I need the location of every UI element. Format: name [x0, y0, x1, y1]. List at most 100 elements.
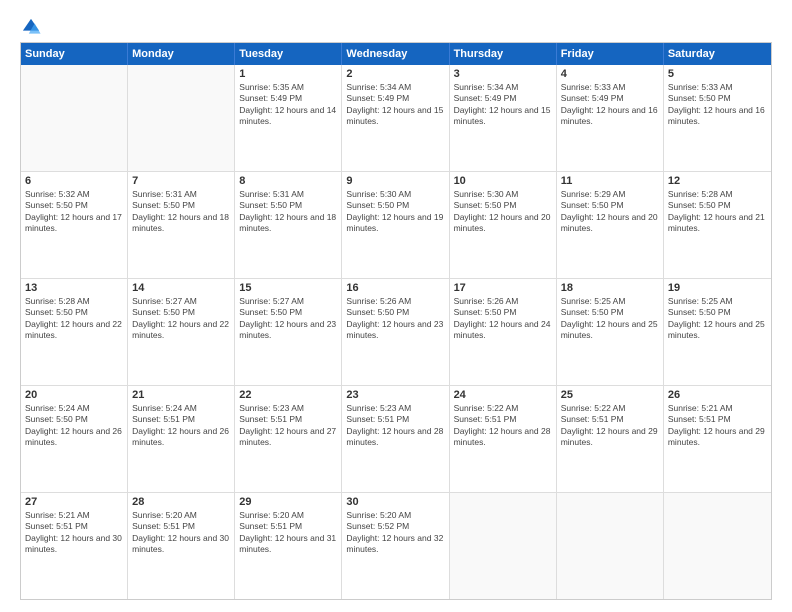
day-info: Sunrise: 5:27 AMSunset: 5:50 PMDaylight:…: [239, 296, 337, 342]
day-info: Sunrise: 5:25 AMSunset: 5:50 PMDaylight:…: [561, 296, 659, 342]
calendar-cell: 28 Sunrise: 5:20 AMSunset: 5:51 PMDayligh…: [128, 493, 235, 599]
day-info: Sunrise: 5:24 AMSunset: 5:50 PMDaylight:…: [25, 403, 123, 449]
calendar-cell: 30 Sunrise: 5:20 AMSunset: 5:52 PMDayligh…: [342, 493, 449, 599]
calendar-cell: 22 Sunrise: 5:23 AMSunset: 5:51 PMDayligh…: [235, 386, 342, 492]
calendar-cell: 27 Sunrise: 5:21 AMSunset: 5:51 PMDayligh…: [21, 493, 128, 599]
day-number: 19: [668, 282, 767, 294]
day-number: 30: [346, 496, 444, 508]
calendar-cell: 3 Sunrise: 5:34 AMSunset: 5:49 PMDaylight…: [450, 65, 557, 171]
calendar-cell: [664, 493, 771, 599]
day-number: 17: [454, 282, 552, 294]
day-number: 2: [346, 68, 444, 80]
day-number: 27: [25, 496, 123, 508]
page: SundayMondayTuesdayWednesdayThursdayFrid…: [0, 0, 792, 612]
day-number: 10: [454, 175, 552, 187]
day-info: Sunrise: 5:29 AMSunset: 5:50 PMDaylight:…: [561, 189, 659, 235]
header-day-friday: Friday: [557, 43, 664, 65]
day-number: 22: [239, 389, 337, 401]
day-info: Sunrise: 5:28 AMSunset: 5:50 PMDaylight:…: [668, 189, 767, 235]
calendar-cell: [450, 493, 557, 599]
day-number: 3: [454, 68, 552, 80]
day-number: 18: [561, 282, 659, 294]
calendar-row-1: 6Sunrise: 5:32 AMSunset: 5:50 PMDaylight…: [21, 172, 771, 279]
day-number: 5: [668, 68, 767, 80]
calendar-cell: 8Sunrise: 5:31 AMSunset: 5:50 PMDaylight…: [235, 172, 342, 278]
day-number: 16: [346, 282, 444, 294]
day-info: Sunrise: 5:34 AMSunset: 5:49 PMDaylight:…: [346, 82, 444, 128]
calendar-row-3: 20 Sunrise: 5:24 AMSunset: 5:50 PMDayligh…: [21, 386, 771, 493]
calendar-cell: 1 Sunrise: 5:35 AMSunset: 5:49 PMDaylight…: [235, 65, 342, 171]
calendar-body: 1 Sunrise: 5:35 AMSunset: 5:49 PMDaylight…: [21, 65, 771, 599]
calendar-cell: 12Sunrise: 5:28 AMSunset: 5:50 PMDayligh…: [664, 172, 771, 278]
calendar-cell: 2 Sunrise: 5:34 AMSunset: 5:49 PMDaylight…: [342, 65, 449, 171]
calendar-cell: [21, 65, 128, 171]
day-info: Sunrise: 5:20 AMSunset: 5:51 PMDaylight:…: [132, 510, 230, 556]
calendar-cell: 20 Sunrise: 5:24 AMSunset: 5:50 PMDayligh…: [21, 386, 128, 492]
day-info: Sunrise: 5:20 AMSunset: 5:52 PMDaylight:…: [346, 510, 444, 556]
calendar-row-4: 27 Sunrise: 5:21 AMSunset: 5:51 PMDayligh…: [21, 493, 771, 599]
calendar-cell: 19 Sunrise: 5:25 AMSunset: 5:50 PMDayligh…: [664, 279, 771, 385]
day-info: Sunrise: 5:32 AMSunset: 5:50 PMDaylight:…: [25, 189, 123, 235]
header-day-saturday: Saturday: [664, 43, 771, 65]
calendar-cell: 17 Sunrise: 5:26 AMSunset: 5:50 PMDayligh…: [450, 279, 557, 385]
calendar-cell: 25 Sunrise: 5:22 AMSunset: 5:51 PMDayligh…: [557, 386, 664, 492]
day-number: 29: [239, 496, 337, 508]
day-number: 1: [239, 68, 337, 80]
calendar-cell: 5 Sunrise: 5:33 AMSunset: 5:50 PMDaylight…: [664, 65, 771, 171]
calendar-cell: 15 Sunrise: 5:27 AMSunset: 5:50 PMDayligh…: [235, 279, 342, 385]
day-info: Sunrise: 5:31 AMSunset: 5:50 PMDaylight:…: [132, 189, 230, 235]
day-info: Sunrise: 5:21 AMSunset: 5:51 PMDaylight:…: [668, 403, 767, 449]
day-number: 15: [239, 282, 337, 294]
day-number: 21: [132, 389, 230, 401]
day-info: Sunrise: 5:25 AMSunset: 5:50 PMDaylight:…: [668, 296, 767, 342]
day-info: Sunrise: 5:34 AMSunset: 5:49 PMDaylight:…: [454, 82, 552, 128]
day-number: 8: [239, 175, 337, 187]
calendar-cell: 13Sunrise: 5:28 AMSunset: 5:50 PMDayligh…: [21, 279, 128, 385]
day-info: Sunrise: 5:33 AMSunset: 5:49 PMDaylight:…: [561, 82, 659, 128]
day-info: Sunrise: 5:28 AMSunset: 5:50 PMDaylight:…: [25, 296, 123, 342]
day-info: Sunrise: 5:33 AMSunset: 5:50 PMDaylight:…: [668, 82, 767, 128]
day-info: Sunrise: 5:20 AMSunset: 5:51 PMDaylight:…: [239, 510, 337, 556]
day-number: 26: [668, 389, 767, 401]
day-info: Sunrise: 5:23 AMSunset: 5:51 PMDaylight:…: [239, 403, 337, 449]
day-info: Sunrise: 5:26 AMSunset: 5:50 PMDaylight:…: [346, 296, 444, 342]
day-number: 20: [25, 389, 123, 401]
day-number: 28: [132, 496, 230, 508]
day-info: Sunrise: 5:22 AMSunset: 5:51 PMDaylight:…: [561, 403, 659, 449]
logo-icon: [20, 16, 42, 38]
header-day-thursday: Thursday: [450, 43, 557, 65]
day-info: Sunrise: 5:22 AMSunset: 5:51 PMDaylight:…: [454, 403, 552, 449]
day-number: 7: [132, 175, 230, 187]
header: [20, 16, 772, 38]
calendar-cell: 6Sunrise: 5:32 AMSunset: 5:50 PMDaylight…: [21, 172, 128, 278]
calendar-cell: [128, 65, 235, 171]
calendar-cell: 7 Sunrise: 5:31 AMSunset: 5:50 PMDaylight…: [128, 172, 235, 278]
day-info: Sunrise: 5:27 AMSunset: 5:50 PMDaylight:…: [132, 296, 230, 342]
calendar-header: SundayMondayTuesdayWednesdayThursdayFrid…: [21, 43, 771, 65]
calendar-row-2: 13Sunrise: 5:28 AMSunset: 5:50 PMDayligh…: [21, 279, 771, 386]
day-number: 25: [561, 389, 659, 401]
day-info: Sunrise: 5:26 AMSunset: 5:50 PMDaylight:…: [454, 296, 552, 342]
logo: [20, 16, 45, 38]
calendar-cell: 11Sunrise: 5:29 AMSunset: 5:50 PMDayligh…: [557, 172, 664, 278]
calendar-cell: 29 Sunrise: 5:20 AMSunset: 5:51 PMDayligh…: [235, 493, 342, 599]
header-day-tuesday: Tuesday: [235, 43, 342, 65]
day-number: 9: [346, 175, 444, 187]
day-number: 24: [454, 389, 552, 401]
header-day-monday: Monday: [128, 43, 235, 65]
calendar-cell: 18 Sunrise: 5:25 AMSunset: 5:50 PMDayligh…: [557, 279, 664, 385]
calendar-cell: 23 Sunrise: 5:23 AMSunset: 5:51 PMDayligh…: [342, 386, 449, 492]
day-info: Sunrise: 5:21 AMSunset: 5:51 PMDaylight:…: [25, 510, 123, 556]
day-info: Sunrise: 5:35 AMSunset: 5:49 PMDaylight:…: [239, 82, 337, 128]
header-day-sunday: Sunday: [21, 43, 128, 65]
day-info: Sunrise: 5:23 AMSunset: 5:51 PMDaylight:…: [346, 403, 444, 449]
day-number: 23: [346, 389, 444, 401]
calendar-cell: 9 Sunrise: 5:30 AMSunset: 5:50 PMDaylight…: [342, 172, 449, 278]
day-info: Sunrise: 5:30 AMSunset: 5:50 PMDaylight:…: [346, 189, 444, 235]
calendar-cell: 10Sunrise: 5:30 AMSunset: 5:50 PMDayligh…: [450, 172, 557, 278]
day-number: 14: [132, 282, 230, 294]
calendar-cell: 26 Sunrise: 5:21 AMSunset: 5:51 PMDayligh…: [664, 386, 771, 492]
calendar: SundayMondayTuesdayWednesdayThursdayFrid…: [20, 42, 772, 600]
calendar-cell: 14 Sunrise: 5:27 AMSunset: 5:50 PMDayligh…: [128, 279, 235, 385]
calendar-row-0: 1 Sunrise: 5:35 AMSunset: 5:49 PMDaylight…: [21, 65, 771, 172]
